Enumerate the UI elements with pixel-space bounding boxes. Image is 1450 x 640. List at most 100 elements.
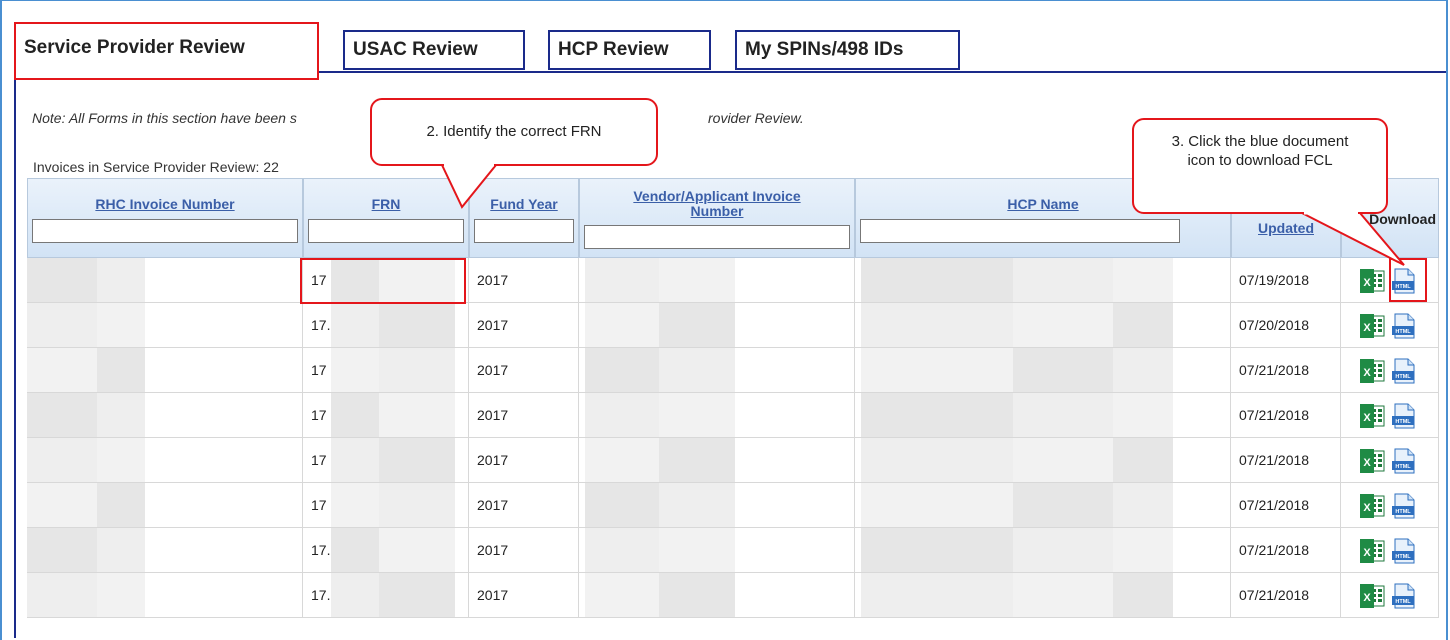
fund-year-value: 2017 — [477, 452, 509, 468]
redacted-block — [861, 258, 1013, 302]
html-document-icon[interactable]: HTML — [1391, 313, 1417, 339]
html-document-icon[interactable]: HTML — [1391, 358, 1417, 384]
col-header-vendor: Vendor/Applicant Invoice Number — [579, 178, 855, 258]
html-document-icon[interactable]: HTML — [1391, 448, 1417, 474]
frn-cell: 17. — [303, 573, 469, 618]
frn-value: 17 — [311, 362, 327, 378]
excel-icon[interactable]: X — [1359, 583, 1385, 609]
tab-underline — [318, 71, 1446, 73]
excel-icon[interactable]: X — [1359, 493, 1385, 519]
fund-year-cell: 2017 — [469, 483, 579, 528]
hcp-name-cell — [855, 528, 1231, 573]
updated-value: 07/21/2018 — [1239, 362, 1310, 378]
redacted-block — [331, 438, 379, 482]
sort-rhc-link[interactable]: RHC Invoice Number — [28, 197, 302, 212]
svg-text:HTML: HTML — [1395, 374, 1411, 380]
fund-year-cell: 2017 — [469, 528, 579, 573]
svg-text:HTML: HTML — [1395, 329, 1411, 335]
html-document-icon[interactable]: HTML — [1391, 538, 1417, 564]
filter-fund-year-input[interactable] — [474, 219, 574, 243]
redacted-block — [1013, 573, 1113, 617]
frn-value: 17 — [311, 497, 327, 513]
html-document-icon[interactable]: HTML — [1391, 403, 1417, 429]
frn-cell: 17 — [303, 393, 469, 438]
vendor-invoice-cell — [579, 483, 855, 528]
html-document-icon[interactable]: HTML — [1391, 583, 1417, 609]
updated-cell: 07/21/2018 — [1231, 348, 1341, 393]
redacted-block — [659, 348, 735, 392]
redacted-block — [1113, 528, 1173, 572]
hcp-name-cell — [855, 303, 1231, 348]
rhc-invoice-cell — [27, 528, 303, 573]
redacted-block — [331, 303, 379, 347]
filter-hcp-input[interactable] — [860, 219, 1180, 243]
redacted-block — [1013, 393, 1113, 437]
filter-frn-input[interactable] — [308, 219, 464, 243]
hcp-name-cell — [855, 573, 1231, 618]
html-document-icon[interactable]: HTML — [1391, 493, 1417, 519]
excel-icon[interactable]: X — [1359, 268, 1385, 294]
excel-icon[interactable]: X — [1359, 313, 1385, 339]
download-cell: X HTML — [1341, 573, 1439, 618]
vendor-invoice-cell — [579, 573, 855, 618]
redacted-block — [861, 483, 1013, 527]
redacted-block — [1113, 303, 1173, 347]
section-note-end: rovider Review. — [708, 110, 804, 126]
redacted-block — [659, 258, 735, 302]
svg-text:HTML: HTML — [1395, 419, 1411, 425]
redacted-block — [659, 528, 735, 572]
fund-year-cell: 2017 — [469, 438, 579, 483]
redacted-block — [97, 303, 145, 347]
filter-rhc-input[interactable] — [32, 219, 298, 243]
table-row: 17 2017 07/21/2018 X HTML — [27, 483, 1439, 528]
redacted-block — [861, 303, 1013, 347]
vendor-invoice-cell: 2 — [579, 258, 855, 303]
fund-year-value: 2017 — [477, 407, 509, 423]
redacted-block — [861, 438, 1013, 482]
redacted-block — [1013, 258, 1113, 302]
callout-pointer-frn — [440, 163, 499, 209]
svg-text:X: X — [1363, 367, 1371, 379]
download-cell: X HTML — [1341, 438, 1439, 483]
frn-value: 17 — [311, 452, 327, 468]
redacted-block — [97, 528, 145, 572]
panel-left-border — [14, 78, 16, 638]
fund-year-cell: 2017 — [469, 258, 579, 303]
frn-value: 17. — [311, 542, 331, 558]
tab-hcp-review[interactable]: HCP Review — [548, 30, 711, 70]
excel-icon[interactable]: X — [1359, 448, 1385, 474]
table-row: 17. 2017 07/21/2018 X HTML — [27, 573, 1439, 618]
frn-cell: 17. — [303, 528, 469, 573]
hcp-name-cell — [855, 438, 1231, 483]
redacted-block — [659, 438, 735, 482]
svg-text:HTML: HTML — [1395, 599, 1411, 605]
hcp-name-cell — [855, 258, 1231, 303]
redacted-block — [1113, 258, 1173, 302]
tab-my-spins[interactable]: My SPINs/498 IDs — [735, 30, 960, 70]
redacted-block — [1013, 528, 1113, 572]
redacted-block — [659, 393, 735, 437]
updated-value: 07/19/2018 — [1239, 272, 1310, 288]
updated-value: 07/21/2018 — [1239, 542, 1310, 558]
updated-cell: 07/20/2018 — [1231, 303, 1341, 348]
sort-vendor-link[interactable]: Vendor/Applicant Invoice Number — [580, 189, 854, 219]
fund-year-value: 2017 — [477, 362, 509, 378]
updated-cell: 07/21/2018 — [1231, 393, 1341, 438]
table-row: 17 2017 07/21/2018 X HTML — [27, 393, 1439, 438]
tab-usac-review[interactable]: USAC Review — [343, 30, 525, 70]
frn-value: 17 — [311, 407, 327, 423]
redacted-block — [331, 348, 379, 392]
svg-text:HTML: HTML — [1395, 509, 1411, 515]
excel-icon[interactable]: X — [1359, 358, 1385, 384]
fund-year-value: 2017 — [477, 317, 509, 333]
excel-icon[interactable]: X — [1359, 403, 1385, 429]
highlight-active-tab — [14, 22, 319, 80]
rhc-invoice-cell — [27, 303, 303, 348]
fund-year-cell: 2017 — [469, 303, 579, 348]
excel-icon[interactable]: X — [1359, 538, 1385, 564]
rhc-invoice-cell — [27, 348, 303, 393]
invoice-count: Invoices in Service Provider Review: 22 — [33, 159, 279, 175]
redacted-block — [97, 573, 145, 617]
redacted-block — [1113, 348, 1173, 392]
filter-vendor-input[interactable] — [584, 225, 850, 249]
